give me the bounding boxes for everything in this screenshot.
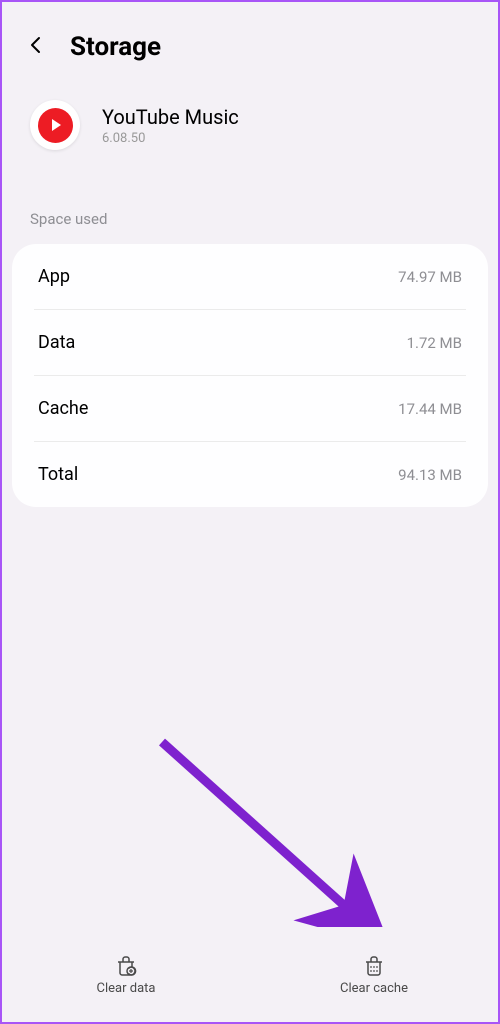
page-title: Storage [70, 32, 161, 62]
trash-data-icon [114, 953, 138, 977]
back-icon[interactable] [26, 33, 50, 61]
row-label: Data [38, 332, 75, 353]
row-value: 74.97 MB [398, 268, 462, 286]
row-value: 17.44 MB [398, 400, 462, 418]
section-label: Space used [2, 180, 498, 238]
clear-data-button[interactable]: Clear data [2, 927, 250, 1022]
row-data: Data 1.72 MB [34, 310, 466, 376]
row-app: App 74.97 MB [34, 244, 466, 310]
app-info: YouTube Music 6.08.50 [2, 82, 498, 180]
row-label: App [38, 266, 70, 287]
storage-card: App 74.97 MB Data 1.72 MB Cache 17.44 MB… [12, 244, 488, 507]
app-version: 6.08.50 [102, 131, 239, 146]
row-cache: Cache 17.44 MB [34, 376, 466, 442]
row-label: Total [38, 464, 78, 485]
action-label: Clear data [97, 981, 156, 996]
row-total: Total 94.13 MB [34, 442, 466, 507]
annotation-arrow [152, 732, 392, 952]
row-label: Cache [38, 398, 88, 419]
app-name: YouTube Music [102, 105, 239, 129]
bottom-actions: Clear data Clear cache [2, 927, 498, 1022]
row-value: 94.13 MB [398, 466, 462, 484]
action-label: Clear cache [340, 981, 408, 996]
youtube-music-icon [30, 100, 80, 150]
row-value: 1.72 MB [407, 334, 462, 352]
trash-cache-icon [362, 953, 386, 977]
clear-cache-button[interactable]: Clear cache [250, 927, 498, 1022]
app-meta: YouTube Music 6.08.50 [102, 105, 239, 146]
header: Storage [2, 2, 498, 82]
